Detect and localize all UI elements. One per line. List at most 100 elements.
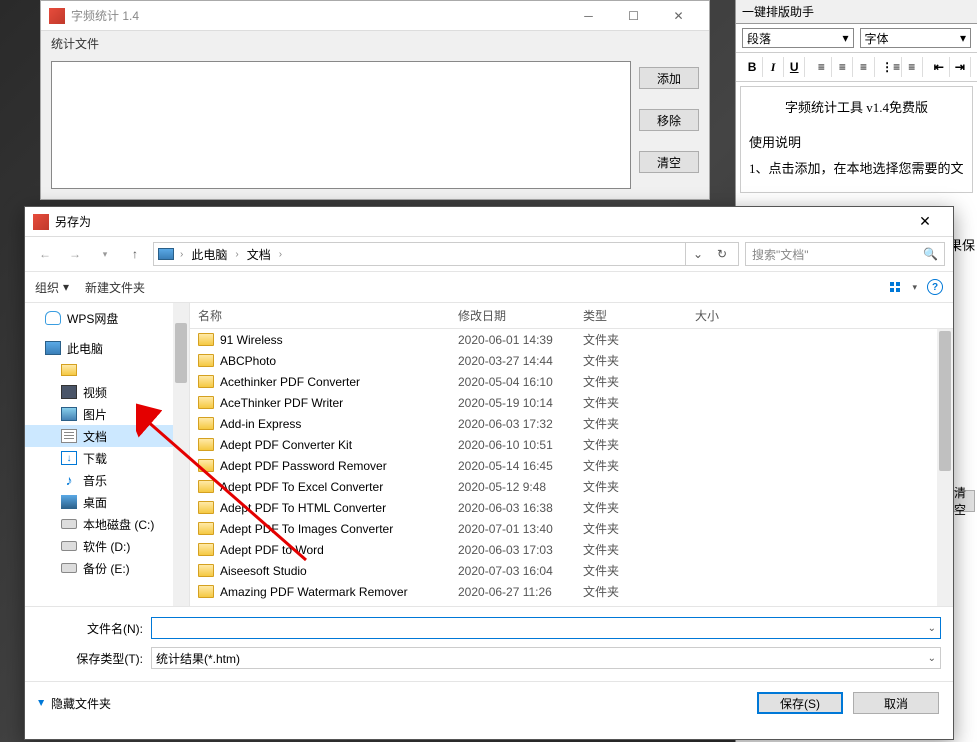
folder-icon <box>61 364 77 376</box>
col-header-type[interactable]: 类型 <box>583 307 695 324</box>
disk-icon <box>61 563 77 573</box>
align-center-button[interactable]: ≡ <box>832 57 853 77</box>
save-as-dialog: 另存为 ✕ ← → ▾ ↑ › 此电脑 › 文档 › ⌄ ↻ 搜索"文档" 🔍 <box>24 206 954 740</box>
file-row[interactable]: ABCPhoto2020-03-27 14:44文件夹 <box>190 350 953 371</box>
addr-dropdown-button[interactable]: ⌄ <box>686 243 710 265</box>
tree-scrollbar[interactable] <box>173 303 189 606</box>
folder-icon <box>198 564 214 577</box>
list-bullet-button[interactable]: ⋮≡ <box>881 57 902 77</box>
bold-button[interactable]: B <box>742 57 763 77</box>
tree-disk-d[interactable]: 软件 (D:) <box>25 535 189 557</box>
save-button[interactable]: 保存(S) <box>757 692 843 714</box>
breadcrumb-folder[interactable]: 文档 <box>243 244 275 265</box>
tree-desktop[interactable]: 桌面 <box>25 491 189 513</box>
organize-menu[interactable]: 组织▾ <box>35 279 69 296</box>
maximize-button[interactable]: ☐ <box>611 2 656 30</box>
file-row[interactable]: Add-in Express2020-06-03 17:32文件夹 <box>190 413 953 434</box>
tree-disk-c[interactable]: 本地磁盘 (C:) <box>25 513 189 535</box>
italic-button[interactable]: I <box>763 57 784 77</box>
nav-forward-button[interactable]: → <box>63 242 87 266</box>
outdent-button[interactable]: ⇤ <box>929 57 950 77</box>
app-titlebar[interactable]: 字频统计 1.4 ─ ☐ ✕ <box>41 1 709 31</box>
indent-button[interactable]: ⇥ <box>950 57 971 77</box>
clear-button[interactable]: 清空 <box>639 151 699 173</box>
image-icon <box>61 407 77 421</box>
side-clear-button[interactable]: 清空 <box>953 490 975 512</box>
tree-pictures[interactable]: 图片 <box>25 403 189 425</box>
folder-icon <box>198 354 214 367</box>
dialog-icon <box>33 214 49 230</box>
tree-thispc[interactable]: 此电脑 <box>25 337 189 359</box>
view-options-button[interactable] <box>890 282 902 292</box>
font-select[interactable]: 字体▾ <box>860 28 972 48</box>
filetype-select[interactable]: 统计结果(*.htm)⌄ <box>151 647 941 669</box>
file-row[interactable]: Acethinker PDF Converter2020-05-04 16:10… <box>190 371 953 392</box>
usage-line-1: 1、点击添加，在本地选择您需要的文 <box>749 156 964 182</box>
file-row[interactable]: Adept PDF Converter Kit2020-06-10 10:51文… <box>190 434 953 455</box>
paragraph-select[interactable]: 段落▾ <box>742 28 854 48</box>
tree-documents[interactable]: 文档 <box>25 425 189 447</box>
dialog-close-button[interactable]: ✕ <box>905 208 945 236</box>
nav-up-button[interactable]: ↑ <box>123 242 147 266</box>
pc-icon <box>158 248 174 260</box>
file-row[interactable]: Amazing PDF Watermark Remover2020-06-27 … <box>190 581 953 602</box>
tree-downloads[interactable]: 下载 <box>25 447 189 469</box>
remove-button[interactable]: 移除 <box>639 109 699 131</box>
desktop-icon <box>61 495 77 509</box>
refresh-button[interactable]: ↻ <box>710 243 734 265</box>
breadcrumb-root[interactable]: 此电脑 <box>187 244 231 265</box>
tree-disk-e[interactable]: 备份 (E:) <box>25 557 189 579</box>
hide-folders-toggle[interactable]: ▸ 隐藏文件夹 <box>39 695 111 712</box>
address-bar[interactable]: › 此电脑 › 文档 › ⌄ ↻ <box>153 242 739 266</box>
folder-icon <box>198 459 214 472</box>
chevron-icon: › <box>235 249 238 260</box>
side-panel-content: 字频统计工具 v1.4免费版 使用说明 1、点击添加，在本地选择您需要的文 <box>740 86 973 193</box>
file-row[interactable]: Adept PDF To Images Converter2020-07-01 … <box>190 518 953 539</box>
file-row[interactable]: AceThinker PDF Writer2020-05-19 10:14文件夹 <box>190 392 953 413</box>
help-button[interactable]: ? <box>927 279 943 295</box>
minimize-button[interactable]: ─ <box>566 2 611 30</box>
col-header-name[interactable]: 名称 <box>198 307 458 324</box>
cancel-button[interactable]: 取消 <box>853 692 939 714</box>
search-placeholder: 搜索"文档" <box>752 246 923 263</box>
file-row[interactable]: Adept PDF To Excel Converter2020-05-12 9… <box>190 476 953 497</box>
music-icon: ♪ <box>61 473 77 487</box>
search-input[interactable]: 搜索"文档" 🔍 <box>745 242 945 266</box>
folder-tree[interactable]: WPS网盘 此电脑 视频 图片 文档 下载 ♪音乐 桌面 本地磁盘 (C:) 软… <box>25 303 190 606</box>
col-header-size[interactable]: 大小 <box>695 307 775 324</box>
filename-input[interactable]: ⌄ <box>151 617 941 639</box>
menu-stats-file[interactable]: 统计文件 <box>41 31 709 55</box>
tree-music[interactable]: ♪音乐 <box>25 469 189 491</box>
nav-recent-button[interactable]: ▾ <box>93 242 117 266</box>
cloud-icon <box>45 311 61 325</box>
add-button[interactable]: 添加 <box>639 67 699 89</box>
disk-icon <box>61 519 77 529</box>
nav-back-button[interactable]: ← <box>33 242 57 266</box>
tree-folder-generic[interactable] <box>25 359 189 381</box>
disk-icon <box>61 541 77 551</box>
list-number-button[interactable]: ≡ <box>902 57 923 77</box>
filename-label: 文件名(N): <box>37 620 151 637</box>
file-row[interactable]: Adept PDF to Word2020-06-03 17:03文件夹 <box>190 539 953 560</box>
align-left-button[interactable]: ≡ <box>811 57 832 77</box>
underline-button[interactable]: U <box>784 57 805 77</box>
view-dropdown[interactable]: ▾ <box>912 282 917 293</box>
file-list-box[interactable] <box>51 61 631 189</box>
align-right-button[interactable]: ≡ <box>853 57 874 77</box>
video-icon <box>61 385 77 399</box>
file-row[interactable]: 91 Wireless2020-06-01 14:39文件夹 <box>190 329 953 350</box>
file-row[interactable]: Adept PDF Password Remover2020-05-14 16:… <box>190 455 953 476</box>
search-icon: 🔍 <box>923 247 938 261</box>
col-header-date[interactable]: 修改日期 <box>458 307 583 324</box>
close-button[interactable]: ✕ <box>656 2 701 30</box>
file-row[interactable]: Aiseesoft Studio2020-07-03 16:04文件夹 <box>190 560 953 581</box>
tree-video[interactable]: 视频 <box>25 381 189 403</box>
file-row[interactable]: Adept PDF To HTML Converter2020-06-03 16… <box>190 497 953 518</box>
folder-icon <box>198 501 214 514</box>
file-scrollbar[interactable] <box>937 329 953 606</box>
usage-heading: 使用说明 <box>749 130 964 156</box>
tree-wps[interactable]: WPS网盘 <box>25 307 189 329</box>
dialog-titlebar[interactable]: 另存为 ✕ <box>25 207 953 237</box>
side-panel-title: 一键排版助手 <box>736 0 977 24</box>
new-folder-button[interactable]: 新建文件夹 <box>85 279 145 296</box>
